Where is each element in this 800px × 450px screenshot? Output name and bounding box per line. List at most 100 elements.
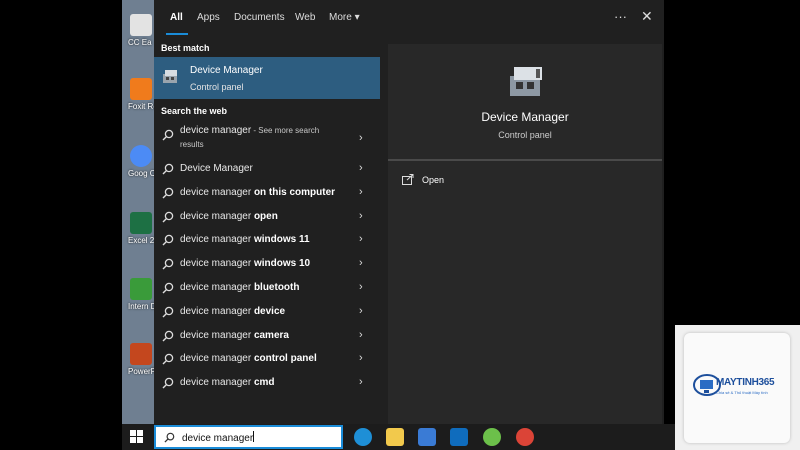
web-result-item[interactable]: Device Manager ›: [154, 158, 380, 181]
chevron-right-icon[interactable]: ›: [359, 233, 363, 245]
chevron-right-icon[interactable]: ›: [359, 329, 363, 341]
web-result-text: device manager - See more search results: [180, 124, 319, 152]
web-result-text: device manager windows 11: [180, 234, 310, 245]
search-icon: [162, 129, 174, 141]
web-result-item[interactable]: device manager windows 11 ›: [154, 229, 380, 252]
web-result-text: device manager camera: [180, 330, 289, 341]
desktop-background: CC Ea Foxit Re Goog Chrom Excel 2 Intern…: [122, 0, 154, 424]
web-result-text: device manager on this computer: [180, 187, 335, 198]
web-result-text: device manager bluetooth: [180, 282, 299, 293]
web-result-text: device manager device: [180, 306, 285, 317]
web-result-query: device manager: [180, 305, 254, 317]
web-result-item[interactable]: device manager open ›: [154, 206, 380, 229]
search-tabs: All Apps Documents Web More ▾ ··· ✕: [154, 0, 664, 38]
web-result-text: device manager cmd: [180, 377, 275, 388]
web-result-bold: control panel: [253, 353, 317, 365]
web-result-query: device manager: [180, 258, 254, 270]
search-icon: [162, 187, 174, 199]
tab-all[interactable]: All: [170, 12, 183, 23]
search-icon: [162, 211, 174, 223]
tab-documents[interactable]: Documents: [234, 12, 285, 23]
device-manager-icon: [510, 67, 542, 96]
tab-apps[interactable]: Apps: [197, 12, 220, 23]
search-icon: [162, 163, 174, 175]
chevron-right-icon[interactable]: ›: [359, 281, 363, 293]
web-result-suffix: - See more search: [251, 126, 320, 135]
web-result-item[interactable]: device manager control panel ›: [154, 348, 380, 371]
best-match-item[interactable]: Device Manager Control panel: [154, 57, 380, 99]
web-result-query: device manager: [180, 210, 254, 222]
windows-start-icon[interactable]: [130, 430, 143, 443]
more-options-icon[interactable]: ···: [614, 9, 627, 24]
preview-subtitle: Control panel: [498, 130, 552, 140]
desktop-icon-label: Intern Downl: [128, 302, 154, 311]
file-explorer-icon[interactable]: [386, 428, 404, 446]
desktop-icon-label: Goog Chrom: [128, 169, 154, 178]
desktop-icon-cc-cleaner[interactable]: CC Ea: [128, 14, 154, 47]
cc-cleaner-icon: [130, 14, 152, 36]
desktop-icon-powerpoint[interactable]: PowerP 2016: [128, 343, 154, 376]
web-result-bold: camera: [253, 329, 289, 341]
web-result-query: device manager: [180, 353, 254, 365]
chevron-right-icon[interactable]: ›: [359, 305, 363, 317]
desktop-icon-foxit[interactable]: Foxit Re: [128, 78, 154, 111]
chrome-icon[interactable]: [516, 428, 534, 446]
web-result-item[interactable]: device manager device ›: [154, 301, 380, 324]
taskbar-search-input[interactable]: device manager: [154, 425, 343, 449]
best-match-header: Best match: [161, 43, 210, 53]
search-icon: [164, 432, 175, 443]
web-result-item[interactable]: device manager bluetooth ›: [154, 277, 380, 300]
watermark-card: MAYTINH365 Chia sẻ & Thủ thuật Máy tính: [684, 333, 790, 443]
web-result-bold: windows 10: [253, 258, 311, 270]
search-icon: [162, 258, 174, 270]
web-result-item[interactable]: device manager camera ›: [154, 325, 380, 348]
web-result-query: device manager: [180, 377, 254, 389]
greenshot-icon[interactable]: [483, 428, 501, 446]
web-result-text: device manager open: [180, 211, 278, 222]
desktop-icon-label: PowerP 2016: [128, 367, 154, 376]
chevron-right-icon[interactable]: ›: [359, 162, 363, 174]
web-result-suffix-2: results: [180, 140, 204, 149]
chevron-right-icon[interactable]: ›: [359, 132, 363, 144]
search-icon: [162, 235, 174, 246]
web-result-item[interactable]: device manager windows 10 ›: [154, 253, 380, 276]
web-result-bold: bluetooth: [253, 282, 300, 293]
foxit-reader-icon: [130, 78, 152, 100]
web-result-text: device manager control panel: [180, 353, 317, 364]
search-panel: All Apps Documents Web More ▾ ··· ✕ Best…: [154, 0, 664, 424]
edge-icon[interactable]: [354, 428, 372, 446]
web-result-bold: windows 11: [253, 234, 310, 246]
desktop-icon-label: Foxit Re: [128, 102, 154, 111]
search-input-value: device manager: [182, 431, 255, 444]
results-list: Best match Device Manager Control panel …: [154, 38, 380, 424]
chevron-right-icon[interactable]: ›: [359, 376, 363, 388]
open-button[interactable]: Open: [402, 174, 522, 190]
chevron-right-icon[interactable]: ›: [359, 210, 363, 222]
open-label: Open: [422, 175, 445, 185]
web-result-item[interactable]: device manager - See more search results …: [154, 124, 380, 158]
search-web-header: Search the web: [161, 106, 228, 116]
chevron-right-icon[interactable]: ›: [359, 257, 363, 269]
web-result-text: device manager windows 10: [180, 258, 310, 269]
preview-divider: [388, 159, 662, 161]
web-result-text: Device Manager: [180, 163, 253, 174]
tab-more[interactable]: More ▾: [329, 12, 360, 23]
chevron-right-icon[interactable]: ›: [359, 352, 363, 364]
web-result-query: device manager: [180, 186, 254, 198]
chevron-right-icon[interactable]: ›: [359, 186, 363, 198]
tab-web[interactable]: Web: [295, 12, 315, 23]
web-result-item[interactable]: device manager cmd ›: [154, 372, 380, 395]
tab-more-label: More: [329, 12, 352, 23]
preview-pane: Device Manager Control panel Open: [388, 44, 662, 424]
microsoft-store-icon[interactable]: [418, 428, 436, 446]
search-query-text: device manager: [182, 433, 254, 444]
desktop-icon-chrome[interactable]: Goog Chrom: [128, 145, 154, 178]
outlook-icon[interactable]: [450, 428, 468, 446]
desktop-icon-excel[interactable]: Excel 2: [128, 212, 154, 245]
open-external-icon: [402, 174, 414, 185]
desktop-icon-idm[interactable]: Intern Downl: [128, 278, 154, 311]
close-icon[interactable]: ✕: [641, 8, 653, 25]
web-result-item[interactable]: device manager on this computer ›: [154, 182, 380, 205]
chrome-icon: [130, 145, 152, 167]
best-match-title: Device Manager: [190, 65, 263, 76]
